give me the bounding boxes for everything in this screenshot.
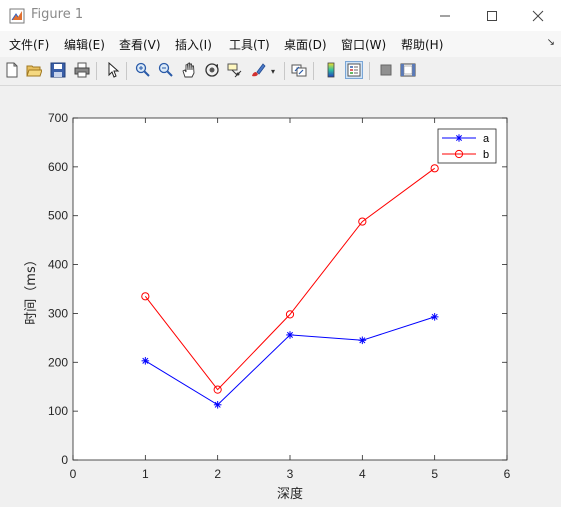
legend-label-b: b (483, 149, 489, 161)
maximize-button[interactable] (469, 0, 515, 31)
close-icon (532, 10, 544, 21)
x-tick-label: 6 (504, 467, 511, 481)
colorbar-icon[interactable] (322, 61, 340, 79)
toolbar-separator (313, 62, 314, 80)
open-file-icon[interactable] (25, 61, 43, 79)
series-a-point[interactable] (213, 400, 222, 409)
brush-icon[interactable] (249, 61, 267, 79)
toolbar-separator (96, 62, 97, 80)
x-tick-label: 4 (359, 467, 366, 481)
series-a-point[interactable] (430, 313, 439, 321)
y-tick-label: 100 (48, 404, 68, 418)
hide-plot-tools-icon[interactable] (377, 61, 395, 79)
menu-file[interactable]: 文件(F) (9, 36, 49, 53)
menu-view[interactable]: 查看(V) (119, 36, 161, 53)
menu-window[interactable]: 窗口(W) (341, 36, 386, 53)
menu-overflow-icon[interactable]: ↘ (547, 37, 555, 48)
close-button[interactable] (515, 0, 561, 31)
y-axis-label: 时间（ms） (24, 253, 39, 324)
minimize-icon (440, 15, 450, 16)
menu-help[interactable]: 帮助(H) (401, 36, 443, 53)
minimize-button[interactable] (422, 0, 468, 31)
zoom-out-icon[interactable] (157, 61, 175, 79)
new-figure-icon[interactable] (3, 61, 21, 79)
x-tick-label: 2 (214, 467, 221, 481)
y-tick-label: 400 (48, 258, 68, 272)
maximize-icon (487, 10, 497, 21)
window-title: Figure 1 (31, 7, 84, 22)
pan-hand-icon[interactable] (180, 61, 198, 79)
link-plot-icon[interactable] (290, 61, 308, 79)
x-tick-label: 1 (142, 467, 149, 481)
title-bar: Figure 1 (0, 0, 561, 31)
menu-insert[interactable]: 插入(I) (175, 36, 212, 53)
y-tick-label: 500 (48, 209, 68, 223)
plot-area[interactable] (72, 117, 508, 461)
menu-tools[interactable]: 工具(T) (229, 36, 270, 53)
y-tick-label: 200 (48, 355, 68, 369)
y-tick-label: 700 (48, 111, 68, 125)
print-icon[interactable] (73, 61, 91, 79)
matlab-icon (9, 8, 25, 24)
x-tick-label: 0 (70, 467, 77, 481)
y-tick-label: 300 (48, 306, 68, 320)
toolbar-separator (369, 62, 370, 80)
menu-desktop[interactable]: 桌面(D) (284, 36, 327, 53)
show-plot-tools-icon[interactable] (399, 61, 417, 79)
toolbar-separator (284, 62, 285, 80)
rotate-3d-icon[interactable] (203, 61, 221, 79)
x-axis-label: 深度 (277, 486, 303, 502)
series-a-point[interactable] (358, 336, 367, 345)
legend-icon[interactable] (345, 61, 363, 79)
pointer-icon[interactable] (104, 61, 122, 79)
y-tick-label: 600 (48, 160, 68, 174)
figure-canvas[interactable]: 0 1 2 3 4 5 6 0 100 200 300 400 500 600 700 深度 时间（ms） a b (0, 86, 561, 507)
y-tick-label: 0 (61, 453, 68, 467)
brush-dropdown-icon[interactable]: ▾ (271, 67, 275, 76)
legend-label-a: a (483, 133, 490, 145)
data-cursor-icon[interactable] (226, 61, 244, 79)
line-chart[interactable]: 0 1 2 3 4 5 6 0 100 200 300 400 500 600 700 深度 时间（ms） ab (0, 86, 561, 507)
x-tick-label: 3 (287, 467, 294, 481)
x-tick-label: 5 (431, 467, 438, 481)
figure-toolbar: ▾ (0, 57, 561, 86)
zoom-in-icon[interactable] (134, 61, 152, 79)
save-icon[interactable] (49, 61, 67, 79)
series-a-point[interactable] (141, 357, 150, 365)
menu-edit[interactable]: 编辑(E) (64, 36, 105, 53)
menu-bar: 文件(F) 编辑(E) 查看(V) 插入(I) 工具(T) 桌面(D) 窗口(W… (0, 31, 561, 57)
toolbar-separator (126, 62, 127, 80)
